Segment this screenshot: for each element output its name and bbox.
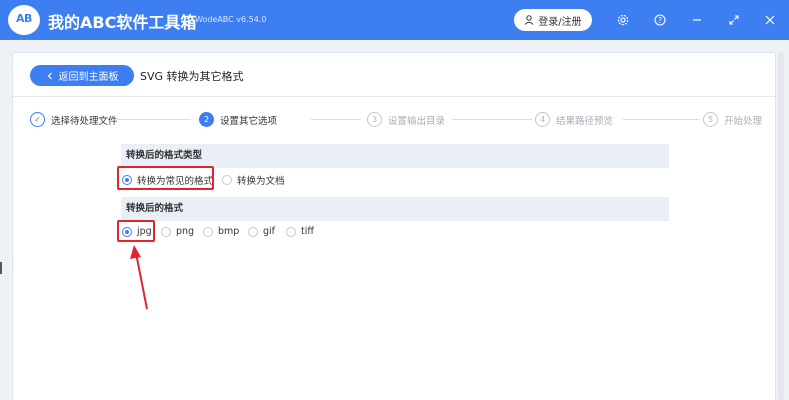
- option-label: 转换为文档: [237, 176, 285, 187]
- step-number: 2: [199, 112, 214, 127]
- convert-type-heading: 转换后的格式类型: [121, 144, 669, 168]
- scrollbar[interactable]: [778, 52, 784, 400]
- gear-icon[interactable]: [615, 12, 631, 28]
- login-button[interactable]: 登录/注册: [514, 9, 592, 31]
- minimize-icon[interactable]: [689, 12, 705, 28]
- step-label: 结果路径预览: [556, 115, 614, 127]
- radio-bmp[interactable]: [203, 226, 213, 237]
- option-label: png: [176, 226, 195, 237]
- radio-gif[interactable]: [248, 226, 258, 237]
- step-1: ✓ 选择待处理文件: [30, 112, 118, 127]
- option-bmp[interactable]: bmp: [203, 226, 239, 237]
- step-number: 3: [367, 112, 382, 127]
- step-connector: [311, 119, 361, 120]
- maximize-icon[interactable]: [726, 12, 742, 28]
- step-label: 设置输出目录: [388, 115, 446, 127]
- option-gif[interactable]: gif: [248, 226, 275, 237]
- option-label: gif: [263, 226, 276, 237]
- back-label: 返回到主面板: [58, 72, 119, 83]
- user-icon: [524, 15, 534, 25]
- chevron-left-icon: [47, 72, 52, 79]
- annotation-arrow-icon: [130, 245, 148, 310]
- option-tiff[interactable]: tiff: [286, 226, 314, 237]
- step-label: 设置其它选项: [220, 115, 278, 127]
- step-connector: [452, 119, 532, 120]
- step-2: 2 设置其它选项: [199, 112, 277, 127]
- format-heading: 转换后的格式: [121, 197, 669, 221]
- page-title: SVG 转换为其它格式: [140, 70, 244, 83]
- step-number: 5: [703, 112, 718, 127]
- option-label: bmp: [218, 226, 240, 237]
- step-label: 选择待处理文件: [51, 115, 118, 127]
- radio-document[interactable]: [222, 175, 232, 185]
- step-number: 4: [535, 112, 550, 127]
- step-3: 3 设置输出目录: [367, 112, 445, 127]
- highlight-box: [117, 166, 214, 190]
- highlight-box: [117, 220, 155, 242]
- panel-header: 返回到主面板 SVG 转换为其它格式: [13, 53, 775, 97]
- radio-tiff[interactable]: [286, 226, 296, 237]
- step-label: 开始处理: [724, 115, 763, 127]
- app-version: WodeABC v6.54.0: [195, 15, 267, 24]
- step-connector: [117, 119, 191, 120]
- title-bar: AB 我的ABC软件工具箱 WodeABC v6.54.0 登录/注册 ?: [0, 0, 789, 40]
- main-panel: 返回到主面板 SVG 转换为其它格式 ✓ 选择待处理文件 2 设置其它选项 3 …: [12, 52, 776, 400]
- step-connector: [623, 119, 699, 120]
- step-4: 4 结果路径预览: [535, 112, 613, 127]
- app-logo: AB: [8, 5, 40, 35]
- close-icon[interactable]: [762, 12, 778, 28]
- help-icon[interactable]: ?: [652, 12, 668, 28]
- app-title: 我的ABC软件工具箱: [48, 13, 197, 32]
- option-document[interactable]: 转换为文档: [222, 173, 285, 187]
- logo-text: AB: [16, 12, 32, 25]
- option-png[interactable]: png: [161, 226, 194, 237]
- back-to-main-button[interactable]: 返回到主面板: [30, 65, 134, 86]
- option-label: tiff: [301, 226, 314, 237]
- step-5: 5 开始处理: [703, 112, 762, 127]
- window-edge: [0, 262, 2, 274]
- radio-png[interactable]: [161, 226, 171, 237]
- login-label: 登录/注册: [538, 16, 582, 28]
- check-icon: ✓: [30, 112, 45, 127]
- svg-text:?: ?: [658, 16, 662, 25]
